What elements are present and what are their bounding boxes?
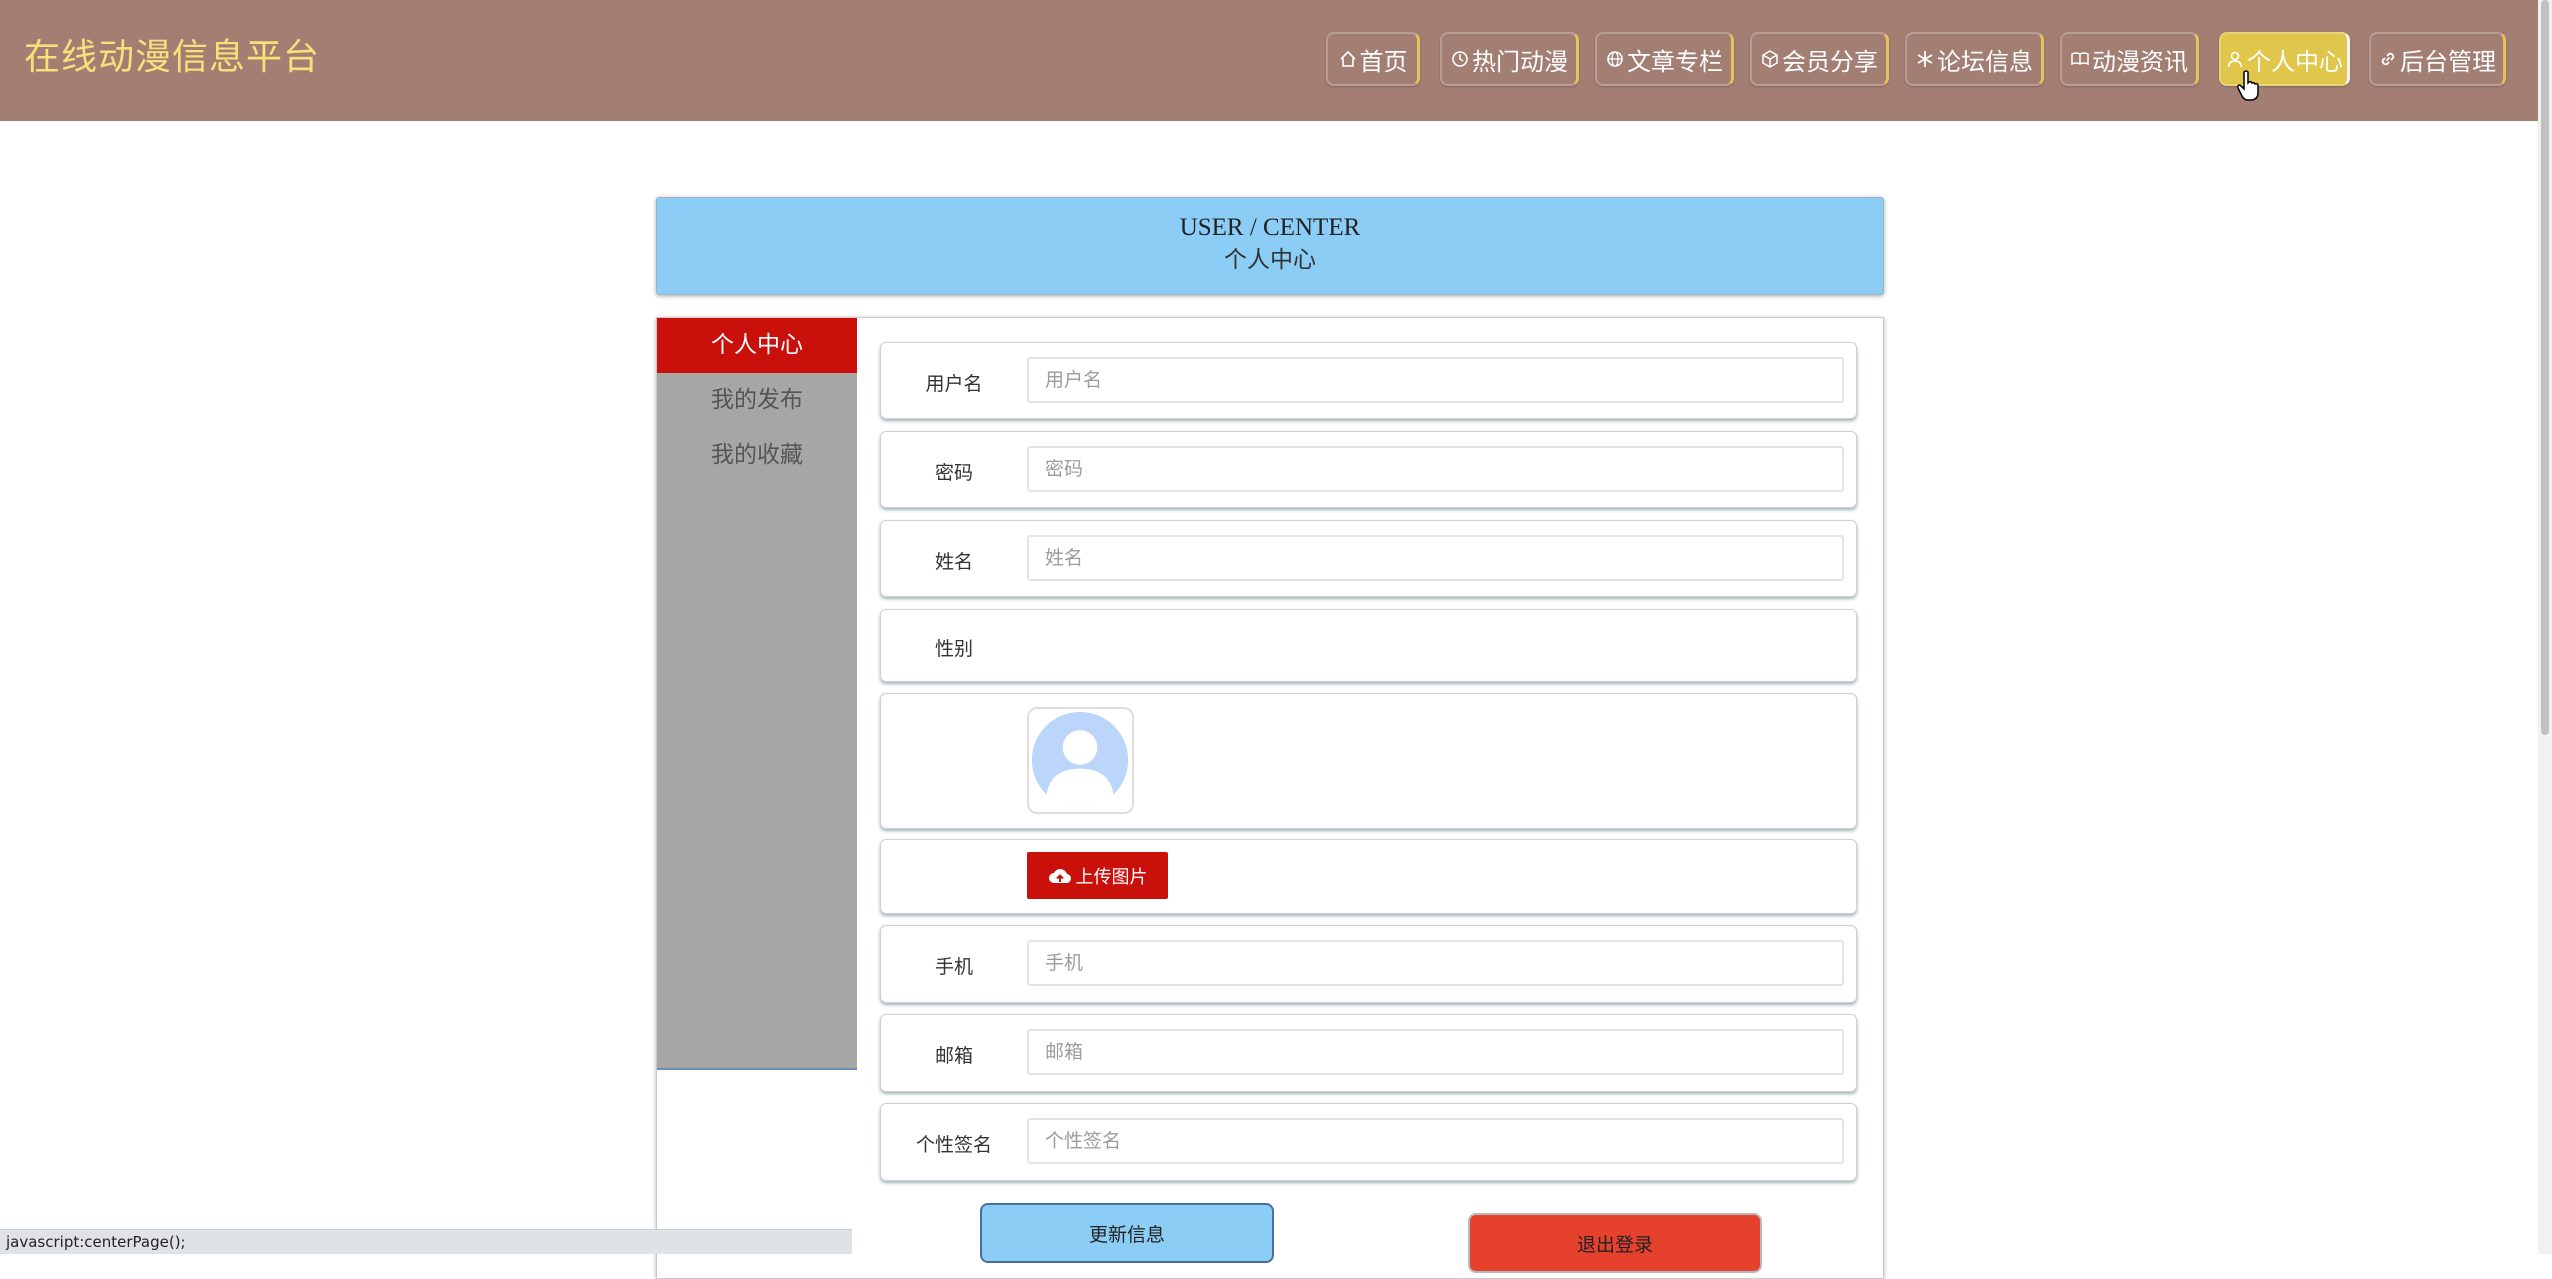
form-row-avatar	[880, 693, 1857, 829]
upload-image-label: 上传图片	[1075, 866, 1148, 888]
form-row-signature: 个性签名	[880, 1103, 1857, 1181]
home-icon	[1338, 49, 1358, 69]
upload-image-button[interactable]: 上传图片	[1027, 852, 1168, 899]
avatar[interactable]	[1027, 707, 1134, 814]
logout-button[interactable]: 退出登录	[1468, 1213, 1762, 1273]
phone-label: 手机	[934, 956, 973, 978]
nav-admin[interactable]: 后台管理	[2369, 32, 2506, 86]
update-info-button[interactable]: 更新信息	[980, 1203, 1274, 1263]
email-input[interactable]	[1027, 1029, 1844, 1075]
sidebar-item-my-posts[interactable]: 我的发布	[657, 373, 857, 428]
form-row-name: 姓名	[880, 520, 1857, 597]
phone-input[interactable]	[1027, 940, 1844, 986]
email-label: 邮箱	[934, 1045, 973, 1067]
sidebar: 个人中心 我的发布 我的收藏	[657, 318, 857, 1070]
nav-anime-news[interactable]: 动漫资讯	[2060, 32, 2199, 86]
nav-hot-anime[interactable]: 热门动漫	[1440, 32, 1579, 86]
page-title-cn: 个人中心	[1224, 247, 1316, 272]
form-row-phone: 手机	[880, 925, 1857, 1003]
password-input[interactable]	[1027, 446, 1844, 492]
cube-icon	[1760, 49, 1780, 69]
form-row-upload: 上传图片	[880, 839, 1857, 914]
name-label: 姓名	[934, 551, 973, 573]
nav-label: 个人中心	[2247, 47, 2343, 76]
form-row-email: 邮箱	[880, 1014, 1857, 1092]
book-icon	[2070, 49, 2090, 69]
scrollbar-thumb[interactable]	[2541, 0, 2549, 735]
link-icon	[2378, 49, 2398, 69]
hand-cursor-icon	[2237, 70, 2261, 102]
page-title-en: USER / CENTER	[1179, 214, 1361, 241]
username-label: 用户名	[925, 373, 983, 395]
form-row-username: 用户名	[880, 342, 1857, 419]
nav-label: 论坛信息	[1937, 47, 2033, 76]
site-brand[interactable]: 在线动漫信息平台	[24, 36, 320, 80]
top-header: 在线动漫信息平台 首页 热门动漫 文章专栏 会员分享 论坛信息 动漫资讯 个人中…	[0, 0, 2538, 121]
cloud-upload-icon	[1048, 866, 1072, 886]
user-center-panel: 个人中心 我的发布 我的收藏 用户名 密码 姓名 性别	[656, 317, 1884, 1279]
signature-input[interactable]	[1027, 1118, 1844, 1164]
clock-icon	[1450, 49, 1470, 69]
snowflake-icon	[1915, 49, 1935, 69]
sidebar-item-my-favorites[interactable]: 我的收藏	[657, 428, 857, 483]
nav-articles[interactable]: 文章专栏	[1595, 32, 1734, 86]
nav-label: 后台管理	[2400, 47, 2496, 76]
sidebar-item-user-center[interactable]: 个人中心	[657, 318, 857, 373]
page-scrollbar[interactable]	[2538, 0, 2552, 1254]
nav-member-share[interactable]: 会员分享	[1750, 32, 1889, 86]
globe-icon	[1605, 49, 1625, 69]
nav-label: 首页	[1359, 47, 1408, 76]
page-title-banner: USER / CENTER 个人中心	[656, 197, 1884, 295]
user-icon	[2225, 49, 2245, 69]
nav-label: 文章专栏	[1627, 47, 1723, 76]
nav-home[interactable]: 首页	[1326, 32, 1420, 86]
browser-status-bar: javascript:centerPage();	[0, 1229, 852, 1254]
avatar-placeholder-icon	[1031, 711, 1129, 809]
signature-label: 个性签名	[915, 1134, 992, 1156]
name-input[interactable]	[1027, 535, 1844, 581]
nav-forum[interactable]: 论坛信息	[1905, 32, 2044, 86]
gender-label: 性别	[934, 638, 973, 660]
username-input[interactable]	[1027, 357, 1844, 403]
nav-label: 会员分享	[1782, 47, 1878, 76]
password-label: 密码	[934, 462, 973, 484]
nav-label: 热门动漫	[1472, 47, 1568, 76]
form-row-password: 密码	[880, 431, 1857, 508]
form-row-gender: 性别	[880, 609, 1857, 682]
nav-label: 动漫资讯	[2092, 47, 2188, 76]
